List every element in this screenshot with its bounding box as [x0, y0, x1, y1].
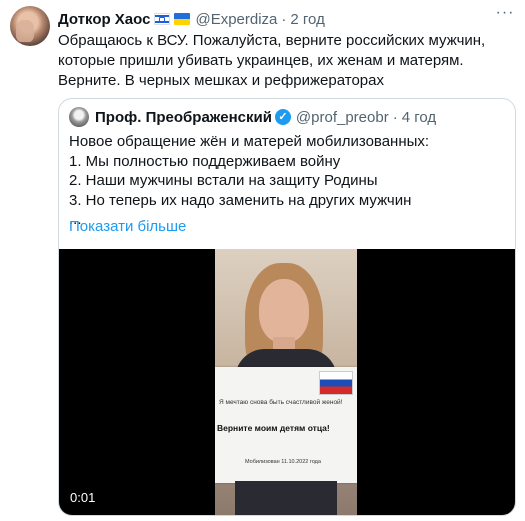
quoted-tweet-text: Новое обращение жён и матерей мобилизова… [69, 132, 509, 230]
author-avatar[interactable] [10, 6, 50, 46]
woman-face [259, 279, 309, 343]
quoted-line: Новое обращение жён и матерей мобилизова… [69, 133, 430, 150]
video-timestamp: 0:01 [70, 490, 96, 505]
quoted-separator: · [392, 108, 398, 126]
ukraine-flag-icon [174, 13, 191, 25]
verified-badge-icon: ✓ [274, 109, 291, 125]
tweet-text: Обращаюсь к ВСУ. Пожалуйста, верните рос… [58, 32, 486, 89]
show-more-link[interactable]: Показати більше [69, 218, 186, 235]
quoted-line: 3. Но теперь их надо заменить на других … [69, 191, 412, 209]
russia-flag-icon [319, 371, 353, 395]
more-horizontal-icon[interactable]: ··· [495, 5, 515, 26]
separator: · [281, 10, 287, 28]
author-handle[interactable]: @Experdiza [195, 11, 277, 28]
quoted-author-name[interactable]: Проф. Преображенский [95, 109, 272, 126]
quoted-line: 2. Наши мужчины встали на защиту Родины [69, 172, 378, 189]
quoted-tweet-header: Проф. Преображенский ✓ @prof_preobr · 4 … [69, 107, 436, 127]
quoted-author-avatar[interactable] [69, 107, 89, 127]
video-frame: Я мечтаю снова быть счастливой женой! Ве… [215, 249, 357, 515]
quoted-author-handle[interactable]: @prof_preobr [296, 109, 389, 126]
sign-text-3: Мобилизован 11.10.2022 года [245, 459, 321, 465]
israel-flag-icon [154, 13, 171, 25]
video-player[interactable]: Я мечтаю снова быть счастливой женой! Ве… [59, 249, 515, 515]
quoted-line: 1. Мы полностью поддерживаем войну [69, 152, 341, 170]
author-name[interactable]: Доткор Хаос [58, 11, 150, 28]
quoted-tweet[interactable]: Проф. Преображенский ✓ @prof_preobr · 4 … [58, 98, 516, 516]
protest-sign: Я мечтаю снова быть счастливой женой! Ве… [215, 367, 357, 483]
tweet-time[interactable]: 2 год [290, 11, 324, 28]
sign-text-2: Верните моим детям отца! [217, 423, 330, 433]
sign-text-1: Я мечтаю снова быть счастливой женой! [219, 399, 343, 406]
quoted-tweet-time[interactable]: 4 год [402, 109, 436, 126]
tweet-header: Доткор Хаос @Experdiza · 2 год [58, 9, 325, 29]
